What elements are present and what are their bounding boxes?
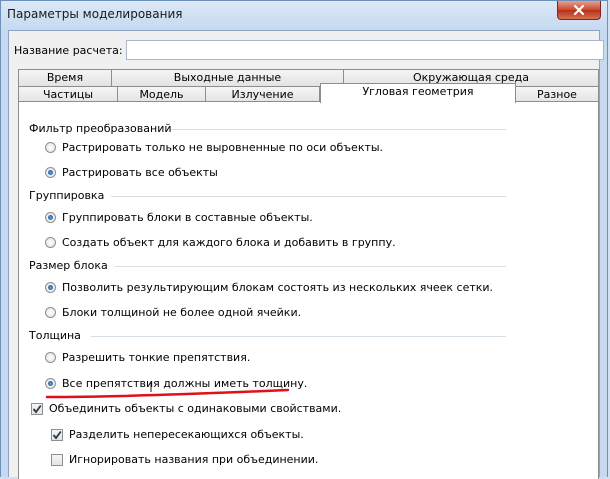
- radio-button[interactable]: [45, 352, 56, 363]
- checkbox-label: Игнорировать названия при объединении.: [69, 453, 319, 466]
- radio-dot: [48, 285, 53, 290]
- tab-output[interactable]: Выходные данные: [111, 69, 344, 86]
- radio-button-selected[interactable]: [45, 378, 56, 389]
- group-label-block-size: Размер блока: [29, 259, 108, 272]
- radio-thin-allowed[interactable]: Разрешить тонкие препятствия.: [45, 351, 250, 364]
- checkbox[interactable]: [51, 453, 63, 466]
- group-label-filter: Фильтр преобразований: [29, 122, 172, 135]
- tab-time[interactable]: Время: [18, 69, 112, 86]
- radio-block-single-cell[interactable]: Блоки толщиной не более одной ячейки.: [45, 306, 301, 319]
- checkbox[interactable]: [51, 428, 63, 441]
- radio-dot: [48, 215, 53, 220]
- radio-filter-all[interactable]: Растрировать все объекты: [45, 166, 218, 179]
- radio-label: Растрировать все объекты: [62, 166, 218, 179]
- dialog-client-area: Название расчета: Время Выходные данные …: [8, 30, 604, 479]
- group-divider: [171, 129, 506, 130]
- radio-button[interactable]: [45, 307, 56, 318]
- angular-geometry-panel: Фильтр преобразований Растрировать тольк…: [18, 101, 599, 479]
- radio-button[interactable]: [45, 142, 56, 153]
- radio-button[interactable]: [45, 237, 56, 248]
- radio-dot: [48, 170, 53, 175]
- checkbox-label: Объединить объекты с одинаковыми свойств…: [49, 402, 342, 415]
- radio-label: Все препятствия должны иметь толщину.: [62, 377, 308, 390]
- radio-label: Блоки толщиной не более одной ячейки.: [62, 306, 302, 319]
- calc-name-input[interactable]: [126, 40, 604, 60]
- radio-button-selected[interactable]: [45, 212, 56, 223]
- radio-filter-unaligned[interactable]: Растрировать только не выровненные по ос…: [45, 141, 383, 154]
- tab-angular-geometry[interactable]: Угловая геометрия: [320, 83, 516, 103]
- group-label-grouping: Группировка: [29, 189, 105, 202]
- radio-dot: [48, 381, 53, 386]
- checkbox-split-disjoint[interactable]: Разделить непересекающихся объекты.: [51, 428, 304, 441]
- checkbox-label: Разделить непересекающихся объекты.: [69, 428, 304, 441]
- radio-label: Растрировать только не выровненные по ос…: [62, 141, 384, 154]
- checkbox[interactable]: [31, 402, 43, 415]
- window-title: Параметры моделирования: [7, 7, 183, 21]
- calc-name-label: Название расчета:: [14, 44, 123, 57]
- checkbox-ignore-names[interactable]: Игнорировать названия при объединении.: [51, 453, 318, 466]
- radio-must-have-thickness[interactable]: Все препятствия должны иметь толщину.: [45, 377, 307, 390]
- radio-label: Разрешить тонкие препятствия.: [62, 351, 251, 364]
- dialog-window: Параметры моделирования Название расчета…: [0, 0, 608, 479]
- group-divider: [115, 266, 506, 267]
- radio-button-selected[interactable]: [45, 167, 56, 178]
- group-divider: [111, 196, 506, 197]
- group-label-thickness: Толщина: [29, 329, 81, 342]
- checkbox-merge-objects[interactable]: Объединить объекты с одинаковыми свойств…: [31, 402, 341, 415]
- radio-label: Позволить результирующим блокам состоять…: [62, 281, 494, 294]
- checkmark-icon: [52, 430, 62, 439]
- close-icon: [573, 5, 585, 15]
- radio-label: Создать объект для каждого блока и добав…: [62, 236, 396, 249]
- radio-label: Группировать блоки в составные объекты.: [62, 211, 313, 224]
- radio-group-per-block[interactable]: Создать объект для каждого блока и добав…: [45, 236, 396, 249]
- radio-button-selected[interactable]: [45, 282, 56, 293]
- radio-block-multi-cell[interactable]: Позволить результирующим блокам состоять…: [45, 281, 493, 294]
- checkmark-icon: [32, 404, 42, 413]
- title-bar[interactable]: Параметры моделирования: [1, 1, 607, 29]
- radio-group-compound[interactable]: Группировать блоки в составные объекты.: [45, 211, 313, 224]
- group-divider: [91, 336, 506, 337]
- close-button[interactable]: [557, 1, 601, 20]
